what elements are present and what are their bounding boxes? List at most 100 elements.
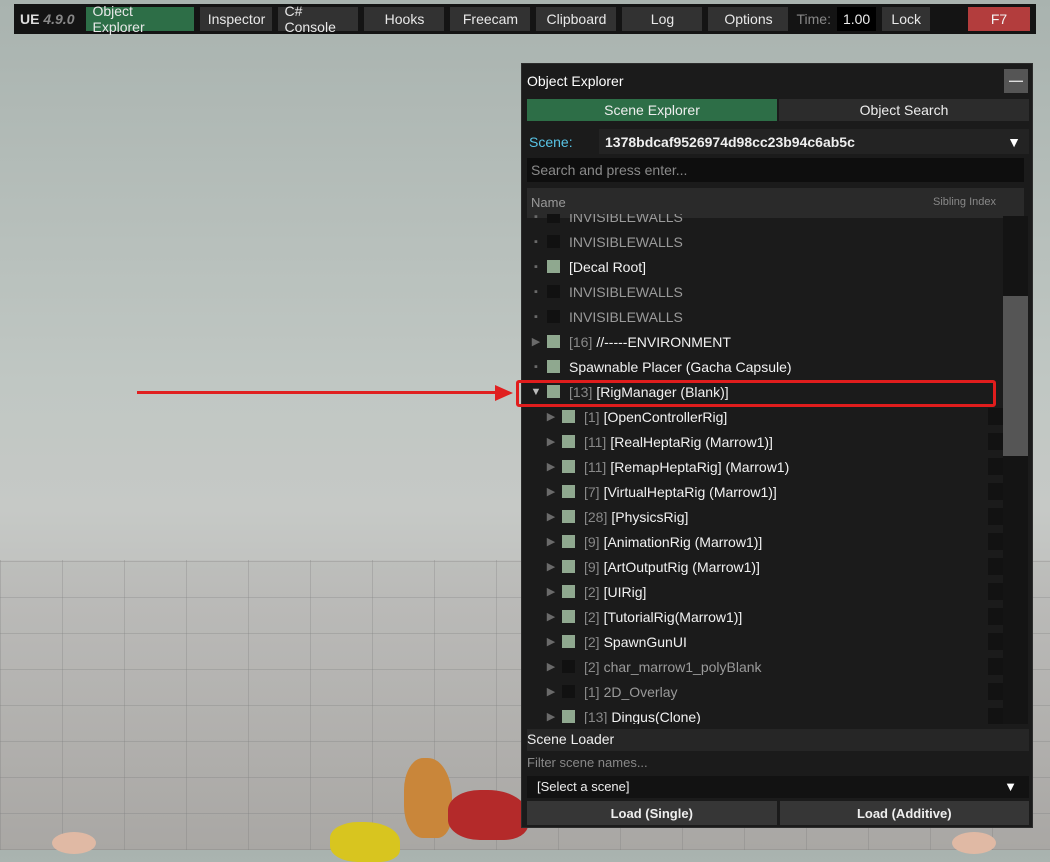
tab-scene-explorer[interactable]: Scene Explorer — [527, 99, 777, 121]
hierarchy-row[interactable]: ▶ [11][RealHeptaRig (Marrow1)] 1 — [527, 429, 1003, 454]
scrollbar-thumb[interactable] — [1003, 296, 1028, 456]
object-name: INVISIBLEWALLS — [569, 308, 683, 325]
hierarchy-row[interactable]: ▪ INVISIBLEWALLS — [527, 279, 1003, 304]
hierarchy-row[interactable]: ▶ [13]Dingus(Clone) 12 — [527, 704, 1003, 724]
hierarchy-row[interactable]: ▶ [1]2D_Overlay 11 — [527, 679, 1003, 704]
sibling-index-input[interactable]: 0 — [988, 408, 1003, 425]
hierarchy-row[interactable]: ▪ INVISIBLEWALLS — [527, 304, 1003, 329]
expand-arrow-icon[interactable]: ▶ — [544, 635, 558, 648]
hierarchy-row[interactable]: ▶ [1][OpenControllerRig] 0 — [527, 404, 1003, 429]
active-toggle-checkbox[interactable] — [547, 310, 560, 323]
active-toggle-checkbox[interactable] — [562, 635, 575, 648]
hierarchy-row[interactable]: ▶ [2]char_marrow1_polyBlank 10 — [527, 654, 1003, 679]
object-explorer-panel: Object Explorer — Scene Explorer Object … — [521, 63, 1033, 828]
active-toggle-checkbox[interactable] — [562, 410, 575, 423]
active-toggle-checkbox[interactable] — [562, 685, 575, 698]
hierarchy-row[interactable]: ▶ [11][RemapHeptaRig] (Marrow1) 2 — [527, 454, 1003, 479]
hierarchy-list: ▪ INVISIBLEWALLS ▪ INVISIBLEWALLS ▪ [Decal Ro… — [527, 214, 1003, 724]
hierarchy-row[interactable]: ▶ [2][UIRig] 7 — [527, 579, 1003, 604]
expand-arrow-icon[interactable]: ▶ — [544, 660, 558, 673]
expand-arrow-icon[interactable]: ▶ — [544, 610, 558, 623]
sibling-index-input[interactable]: 2 — [988, 458, 1003, 475]
tab-object-search[interactable]: Object Search — [779, 99, 1029, 121]
sibling-index-input[interactable]: 1 — [988, 433, 1003, 450]
active-toggle-checkbox[interactable] — [562, 585, 575, 598]
hierarchy-row[interactable]: ▶ [16]//-----ENVIRONMENT — [527, 329, 1003, 354]
hierarchy-row[interactable]: ▶ [2][TutorialRig(Marrow1)] 8 — [527, 604, 1003, 629]
sibling-index-input[interactable]: 12 — [988, 708, 1003, 724]
csharp-console-button[interactable]: C# Console — [278, 3, 359, 35]
object-name: char_marrow1_polyBlank — [603, 658, 762, 675]
hierarchy-row[interactable]: ▪ [Decal Root] — [527, 254, 1003, 279]
active-toggle-checkbox[interactable] — [562, 610, 575, 623]
sibling-index-input[interactable]: 7 — [988, 583, 1003, 600]
leaf-bullet-icon: ▪ — [534, 310, 538, 323]
expand-arrow-icon[interactable]: ▶ — [544, 685, 558, 698]
load-single-button[interactable]: Load (Single) — [527, 801, 777, 825]
active-toggle-checkbox[interactable] — [562, 485, 575, 498]
object-explorer-button[interactable]: Object Explorer — [86, 3, 195, 35]
time-scale-input[interactable]: 1.00 — [836, 7, 877, 31]
lock-button[interactable]: Lock — [882, 7, 931, 31]
hierarchy-search-input[interactable] — [527, 158, 1024, 182]
hierarchy-scrollbar[interactable] — [1003, 216, 1028, 724]
expand-arrow-icon[interactable]: ▶ — [544, 460, 558, 473]
active-toggle-checkbox[interactable] — [547, 335, 560, 348]
log-button[interactable]: Log — [622, 7, 703, 31]
sibling-index-input[interactable]: 11 — [988, 683, 1003, 700]
hierarchy-row[interactable]: ▪ Spawnable Placer (Gacha Capsule) — [527, 354, 1003, 379]
sibling-index-input[interactable]: 6 — [988, 558, 1003, 575]
expand-arrow-icon[interactable]: ▶ — [544, 510, 558, 523]
active-toggle-checkbox[interactable] — [562, 510, 575, 523]
active-toggle-checkbox[interactable] — [562, 660, 575, 673]
child-count: [9] — [584, 533, 600, 550]
expand-arrow-icon[interactable]: ▶ — [544, 485, 558, 498]
active-toggle-checkbox[interactable] — [547, 285, 560, 298]
hierarchy-row[interactable]: ▶ [9][ArtOutputRig (Marrow1)] 6 — [527, 554, 1003, 579]
sibling-index-input[interactable]: 9 — [988, 633, 1003, 650]
active-toggle-checkbox[interactable] — [547, 235, 560, 248]
object-name: [RemapHeptaRig] (Marrow1) — [610, 458, 790, 475]
expand-arrow-icon[interactable]: ▶ — [544, 535, 558, 548]
active-toggle-checkbox[interactable] — [562, 535, 575, 548]
sibling-index-input[interactable]: 10 — [988, 658, 1003, 675]
hierarchy-row[interactable]: ▶ [28][PhysicsRig] 4 — [527, 504, 1003, 529]
sibling-index-input[interactable]: 3 — [988, 483, 1003, 500]
active-toggle-checkbox[interactable] — [547, 260, 560, 273]
expand-arrow-icon[interactable]: ▶ — [544, 410, 558, 423]
hooks-button[interactable]: Hooks — [364, 7, 445, 31]
scene-loader-dropdown[interactable]: [Select a scene] ▼ — [527, 776, 1029, 798]
annotation-arrow-head — [495, 385, 513, 401]
active-toggle-checkbox[interactable] — [562, 710, 575, 723]
options-button[interactable]: Options — [708, 7, 789, 31]
column-name-header: Name — [531, 195, 566, 210]
expand-arrow-icon[interactable]: ▶ — [544, 560, 558, 573]
inspector-button[interactable]: Inspector — [200, 7, 273, 31]
minimize-button[interactable]: — — [1004, 69, 1028, 93]
freecam-button[interactable]: Freecam — [450, 7, 531, 31]
sibling-index-input[interactable]: 8 — [988, 608, 1003, 625]
active-toggle-checkbox[interactable] — [547, 360, 560, 373]
scene-dropdown-value: 1378bdcaf9526974d98cc23b94c6ab5c — [605, 133, 855, 150]
load-additive-button[interactable]: Load (Additive) — [779, 801, 1029, 825]
scene-filter-input[interactable]: Filter scene names... — [527, 753, 1029, 775]
toggle-hotkey-button[interactable]: F7 — [968, 7, 1030, 31]
sibling-index-input[interactable]: 5 — [988, 533, 1003, 550]
hierarchy-row[interactable]: ▶ [7][VirtualHeptaRig (Marrow1)] 3 — [527, 479, 1003, 504]
expand-arrow-icon[interactable]: ▶ — [544, 710, 558, 723]
hierarchy-row[interactable]: ▶ [9][AnimationRig (Marrow1)] 5 — [527, 529, 1003, 554]
clipboard-button[interactable]: Clipboard — [536, 7, 617, 31]
active-toggle-checkbox[interactable] — [562, 560, 575, 573]
yellow-object — [330, 822, 400, 862]
expand-arrow-icon[interactable]: ▶ — [544, 435, 558, 448]
active-toggle-checkbox[interactable] — [562, 460, 575, 473]
active-toggle-checkbox[interactable] — [547, 214, 560, 223]
hierarchy-row[interactable]: ▶ [2]SpawnGunUI 9 — [527, 629, 1003, 654]
sibling-index-input[interactable]: 4 — [988, 508, 1003, 525]
hierarchy-row[interactable]: ▪ INVISIBLEWALLS — [527, 229, 1003, 254]
expand-arrow-icon[interactable]: ▶ — [529, 335, 543, 348]
expand-arrow-icon[interactable]: ▶ — [544, 585, 558, 598]
scene-dropdown[interactable]: 1378bdcaf9526974d98cc23b94c6ab5c ▼ — [599, 129, 1029, 154]
active-toggle-checkbox[interactable] — [562, 435, 575, 448]
hierarchy-row[interactable]: ▪ INVISIBLEWALLS — [527, 214, 1003, 229]
